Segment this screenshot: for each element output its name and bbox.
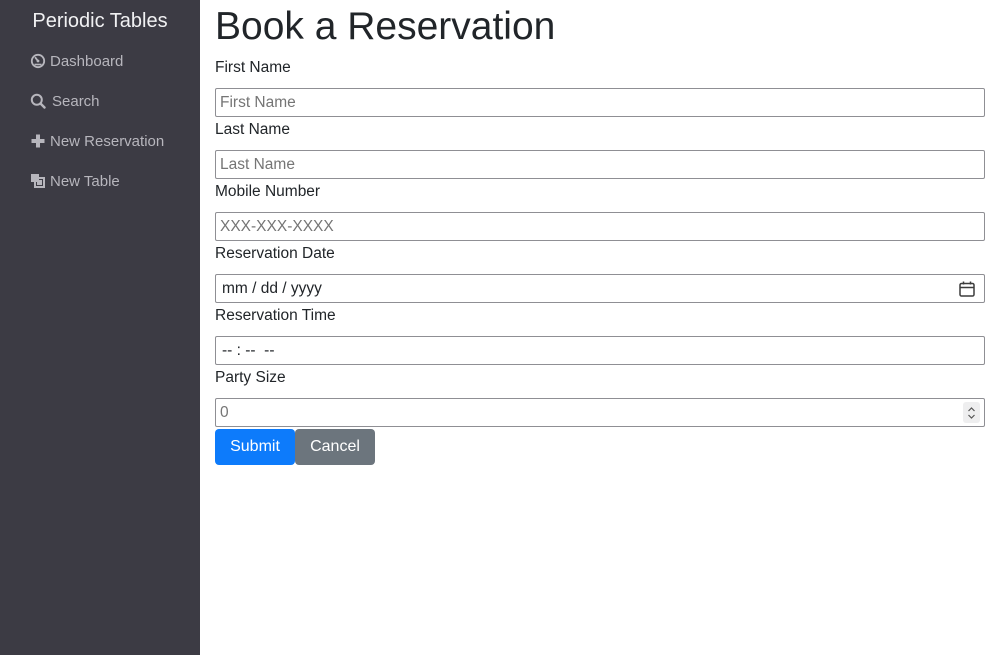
mobile-number-input[interactable] — [215, 212, 985, 241]
sidebar-item-label: Search — [52, 92, 100, 110]
calendar-icon[interactable] — [958, 280, 976, 298]
sidebar-item-new-reservation[interactable]: New Reservation — [30, 130, 164, 152]
sidebar-item-label: Dashboard — [50, 52, 124, 70]
time-placeholder: -- : -- -- — [222, 341, 275, 359]
first-name-input[interactable] — [215, 88, 985, 117]
reservation-date-label: Reservation Date — [215, 245, 335, 262]
last-name-label: Last Name — [215, 121, 290, 138]
cancel-button[interactable]: Cancel — [295, 429, 375, 465]
stepper-arrows-icon — [968, 406, 975, 419]
dashboard-icon — [30, 53, 46, 69]
submit-button[interactable]: Submit — [215, 429, 295, 465]
first-name-label: First Name — [215, 59, 291, 76]
sidebar-item-label: New Table — [50, 172, 120, 190]
sidebar-item-dashboard[interactable]: Dashboard — [30, 50, 123, 72]
plus-icon — [30, 133, 46, 149]
sidebar: Periodic Tables Dashboard Search New Res… — [0, 0, 200, 655]
sidebar-item-new-table[interactable]: New Table — [30, 170, 120, 192]
last-name-input[interactable] — [215, 150, 985, 179]
party-size-input[interactable]: 0 — [215, 398, 985, 427]
search-icon — [30, 93, 46, 109]
party-size-value: 0 — [220, 403, 229, 421]
mobile-number-label: Mobile Number — [215, 183, 321, 200]
sidebar-item-label: New Reservation — [50, 132, 165, 150]
party-size-label: Party Size — [215, 369, 286, 386]
number-stepper[interactable] — [963, 402, 980, 423]
brand-title[interactable]: Periodic Tables — [0, 8, 200, 34]
reservation-time-input[interactable]: -- : -- -- — [215, 336, 985, 365]
page-title: Book a Reservation — [215, 5, 556, 48]
sidebar-item-search[interactable]: Search — [30, 90, 100, 112]
date-placeholder: mm / dd / yyyy — [222, 279, 322, 297]
layers-icon — [30, 173, 46, 189]
reservation-date-input[interactable]: mm / dd / yyyy — [215, 274, 985, 303]
reservation-time-label: Reservation Time — [215, 307, 336, 324]
